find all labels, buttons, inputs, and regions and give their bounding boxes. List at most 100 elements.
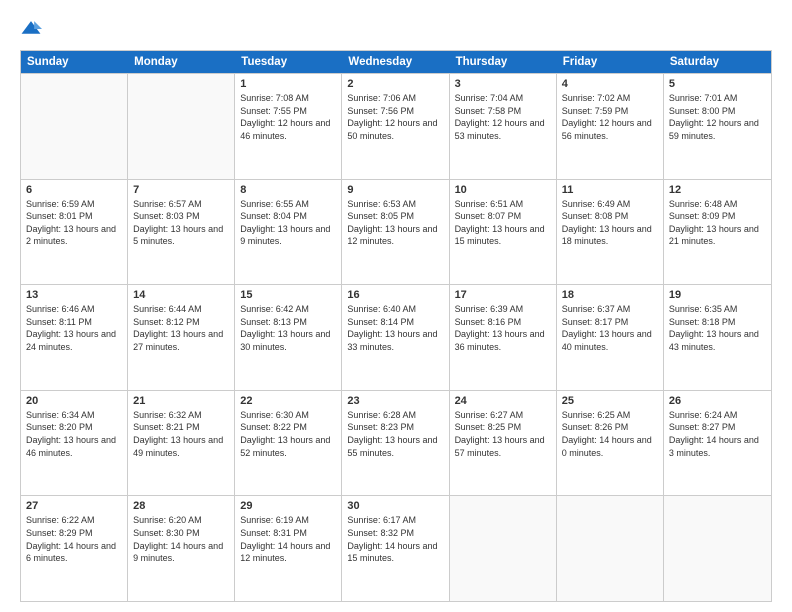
weekday-header: Saturday <box>664 51 771 73</box>
cell-text: Sunrise: 7:08 AM Sunset: 7:55 PM Dayligh… <box>240 92 336 142</box>
calendar-cell: 15Sunrise: 6:42 AM Sunset: 8:13 PM Dayli… <box>235 285 342 390</box>
day-number: 24 <box>455 395 551 407</box>
day-number: 7 <box>133 184 229 196</box>
day-number: 19 <box>669 289 766 301</box>
cell-text: Sunrise: 7:06 AM Sunset: 7:56 PM Dayligh… <box>347 92 443 142</box>
calendar-cell <box>21 74 128 179</box>
day-number: 29 <box>240 500 336 512</box>
calendar-cell: 21 Sunrise: 6:32 AM Sunset: 8:21 PM Dayli… <box>128 391 235 496</box>
calendar-cell: 13 Sunrise: 6:46 AM Sunset: 8:11 PM Dayli… <box>21 285 128 390</box>
day-number: 4 <box>562 78 658 90</box>
cell-text: Sunrise: 6:53 AM Sunset: 8:05 PM Dayligh… <box>347 198 443 248</box>
cell-text: Sunrise: 6:39 AM Sunset: 8:16 PM Dayligh… <box>455 303 551 353</box>
day-number: 15 <box>240 289 336 301</box>
cell-text: Sunrise: 6:37 AM Sunset: 8:17 PM Dayligh… <box>562 303 658 353</box>
cell-text: Sunrise: 6:30 AM Sunset: 8:22 PM Dayligh… <box>240 409 336 459</box>
day-number: 21 <box>133 395 229 407</box>
calendar-cell: 25Sunrise: 6:25 AM Sunset: 8:26 PM Dayli… <box>557 391 664 496</box>
day-number: 22 <box>240 395 336 407</box>
cell-text: Sunrise: 6:27 AM Sunset: 8:25 PM Dayligh… <box>455 409 551 459</box>
calendar-cell: 27 Sunrise: 6:22 AM Sunset: 8:29 PM Dayli… <box>21 496 128 601</box>
calendar-cell: 2 Sunrise: 7:06 AM Sunset: 7:56 PM Daylig… <box>342 74 449 179</box>
calendar-cell: 9 Sunrise: 6:53 AM Sunset: 8:05 PM Daylig… <box>342 180 449 285</box>
header <box>20 18 772 40</box>
calendar-cell: 4Sunrise: 7:02 AM Sunset: 7:59 PM Daylig… <box>557 74 664 179</box>
calendar-body: 1 Sunrise: 7:08 AM Sunset: 7:55 PM Daylig… <box>21 73 771 601</box>
day-number: 26 <box>669 395 766 407</box>
day-number: 16 <box>347 289 443 301</box>
cell-text: Sunrise: 7:04 AM Sunset: 7:58 PM Dayligh… <box>455 92 551 142</box>
weekday-header: Thursday <box>450 51 557 73</box>
calendar-cell: 1 Sunrise: 7:08 AM Sunset: 7:55 PM Daylig… <box>235 74 342 179</box>
cell-text: Sunrise: 6:51 AM Sunset: 8:07 PM Dayligh… <box>455 198 551 248</box>
cell-text: Sunrise: 6:24 AM Sunset: 8:27 PM Dayligh… <box>669 409 766 459</box>
calendar-header: SundayMondayTuesdayWednesdayThursdayFrid… <box>21 51 771 73</box>
cell-text: Sunrise: 6:46 AM Sunset: 8:11 PM Dayligh… <box>26 303 122 353</box>
calendar-cell: 30 Sunrise: 6:17 AM Sunset: 8:32 PM Dayli… <box>342 496 449 601</box>
day-number: 27 <box>26 500 122 512</box>
day-number: 28 <box>133 500 229 512</box>
calendar-cell: 26 Sunrise: 6:24 AM Sunset: 8:27 PM Dayli… <box>664 391 771 496</box>
logo <box>20 18 46 40</box>
calendar: SundayMondayTuesdayWednesdayThursdayFrid… <box>20 50 772 602</box>
calendar-cell: 28 Sunrise: 6:20 AM Sunset: 8:30 PM Dayli… <box>128 496 235 601</box>
day-number: 2 <box>347 78 443 90</box>
weekday-header: Tuesday <box>235 51 342 73</box>
cell-text: Sunrise: 6:59 AM Sunset: 8:01 PM Dayligh… <box>26 198 122 248</box>
day-number: 5 <box>669 78 766 90</box>
day-number: 10 <box>455 184 551 196</box>
cell-text: Sunrise: 7:01 AM Sunset: 8:00 PM Dayligh… <box>669 92 766 142</box>
calendar-cell <box>128 74 235 179</box>
calendar-cell: 18Sunrise: 6:37 AM Sunset: 8:17 PM Dayli… <box>557 285 664 390</box>
cell-text: Sunrise: 6:35 AM Sunset: 8:18 PM Dayligh… <box>669 303 766 353</box>
day-number: 11 <box>562 184 658 196</box>
cell-text: Sunrise: 6:48 AM Sunset: 8:09 PM Dayligh… <box>669 198 766 248</box>
calendar-cell: 7 Sunrise: 6:57 AM Sunset: 8:03 PM Daylig… <box>128 180 235 285</box>
logo-icon <box>20 18 42 40</box>
calendar-row: 27 Sunrise: 6:22 AM Sunset: 8:29 PM Dayli… <box>21 495 771 601</box>
day-number: 23 <box>347 395 443 407</box>
calendar-cell: 19 Sunrise: 6:35 AM Sunset: 8:18 PM Dayli… <box>664 285 771 390</box>
page: SundayMondayTuesdayWednesdayThursdayFrid… <box>0 0 792 612</box>
day-number: 20 <box>26 395 122 407</box>
cell-text: Sunrise: 6:34 AM Sunset: 8:20 PM Dayligh… <box>26 409 122 459</box>
cell-text: Sunrise: 6:49 AM Sunset: 8:08 PM Dayligh… <box>562 198 658 248</box>
calendar-cell: 8 Sunrise: 6:55 AM Sunset: 8:04 PM Daylig… <box>235 180 342 285</box>
cell-text: Sunrise: 6:25 AM Sunset: 8:26 PM Dayligh… <box>562 409 658 459</box>
day-number: 1 <box>240 78 336 90</box>
calendar-cell: 11 Sunrise: 6:49 AM Sunset: 8:08 PM Dayli… <box>557 180 664 285</box>
calendar-cell: 24 Sunrise: 6:27 AM Sunset: 8:25 PM Dayli… <box>450 391 557 496</box>
weekday-header: Friday <box>557 51 664 73</box>
calendar-row: 20 Sunrise: 6:34 AM Sunset: 8:20 PM Dayli… <box>21 390 771 496</box>
calendar-cell <box>450 496 557 601</box>
day-number: 3 <box>455 78 551 90</box>
weekday-header: Monday <box>128 51 235 73</box>
day-number: 13 <box>26 289 122 301</box>
cell-text: Sunrise: 6:17 AM Sunset: 8:32 PM Dayligh… <box>347 514 443 564</box>
calendar-cell: 17 Sunrise: 6:39 AM Sunset: 8:16 PM Dayli… <box>450 285 557 390</box>
cell-text: Sunrise: 6:32 AM Sunset: 8:21 PM Dayligh… <box>133 409 229 459</box>
calendar-cell: 10 Sunrise: 6:51 AM Sunset: 8:07 PM Dayli… <box>450 180 557 285</box>
calendar-cell: 14Sunrise: 6:44 AM Sunset: 8:12 PM Dayli… <box>128 285 235 390</box>
calendar-cell: 29 Sunrise: 6:19 AM Sunset: 8:31 PM Dayli… <box>235 496 342 601</box>
day-number: 6 <box>26 184 122 196</box>
day-number: 17 <box>455 289 551 301</box>
cell-text: Sunrise: 6:40 AM Sunset: 8:14 PM Dayligh… <box>347 303 443 353</box>
calendar-cell: 22 Sunrise: 6:30 AM Sunset: 8:22 PM Dayli… <box>235 391 342 496</box>
calendar-cell: 23 Sunrise: 6:28 AM Sunset: 8:23 PM Dayli… <box>342 391 449 496</box>
cell-text: Sunrise: 6:55 AM Sunset: 8:04 PM Dayligh… <box>240 198 336 248</box>
day-number: 8 <box>240 184 336 196</box>
calendar-row: 1 Sunrise: 7:08 AM Sunset: 7:55 PM Daylig… <box>21 73 771 179</box>
cell-text: Sunrise: 6:22 AM Sunset: 8:29 PM Dayligh… <box>26 514 122 564</box>
calendar-cell <box>664 496 771 601</box>
day-number: 30 <box>347 500 443 512</box>
cell-text: Sunrise: 6:28 AM Sunset: 8:23 PM Dayligh… <box>347 409 443 459</box>
weekday-header: Wednesday <box>342 51 449 73</box>
cell-text: Sunrise: 6:19 AM Sunset: 8:31 PM Dayligh… <box>240 514 336 564</box>
calendar-row: 13 Sunrise: 6:46 AM Sunset: 8:11 PM Dayli… <box>21 284 771 390</box>
cell-text: Sunrise: 6:20 AM Sunset: 8:30 PM Dayligh… <box>133 514 229 564</box>
day-number: 9 <box>347 184 443 196</box>
calendar-cell: 3 Sunrise: 7:04 AM Sunset: 7:58 PM Daylig… <box>450 74 557 179</box>
calendar-cell: 6 Sunrise: 6:59 AM Sunset: 8:01 PM Daylig… <box>21 180 128 285</box>
cell-text: Sunrise: 6:57 AM Sunset: 8:03 PM Dayligh… <box>133 198 229 248</box>
